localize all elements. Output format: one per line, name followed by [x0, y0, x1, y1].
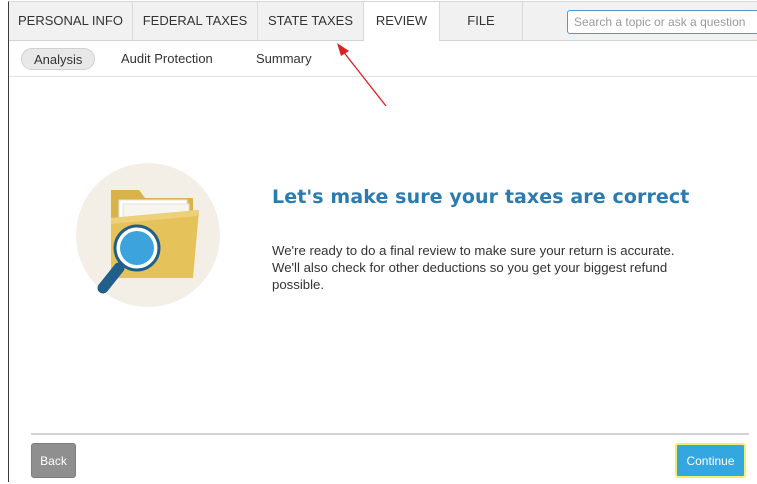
- subtab-audit-protection[interactable]: Audit Protection: [121, 48, 213, 70]
- back-button[interactable]: Back: [31, 443, 76, 478]
- tax-app-window: PERSONAL INFO FEDERAL TAXES STATE TAXES …: [8, 1, 757, 482]
- folder-magnifier-icon: [76, 163, 220, 307]
- subtab-summary[interactable]: Summary: [256, 48, 312, 70]
- search-input[interactable]: [567, 10, 757, 34]
- top-nav: PERSONAL INFO FEDERAL TAXES STATE TAXES …: [9, 2, 757, 41]
- page-description: We're ready to do a final review to make…: [272, 243, 675, 292]
- tab-state-taxes[interactable]: STATE TAXES: [258, 2, 364, 40]
- footer-divider: [31, 433, 749, 435]
- tab-file[interactable]: FILE: [440, 2, 523, 40]
- magnifier-lens: [120, 231, 154, 265]
- tab-review[interactable]: REVIEW: [364, 2, 440, 41]
- continue-button[interactable]: Continue: [675, 443, 746, 478]
- page-title: Let's make sure your taxes are correct: [272, 186, 690, 208]
- sub-nav: Analysis Audit Protection Summary: [9, 41, 757, 77]
- subtab-analysis[interactable]: Analysis: [21, 48, 96, 70]
- tab-federal-taxes[interactable]: FEDERAL TAXES: [133, 2, 258, 40]
- tab-personal-info[interactable]: PERSONAL INFO: [9, 2, 133, 40]
